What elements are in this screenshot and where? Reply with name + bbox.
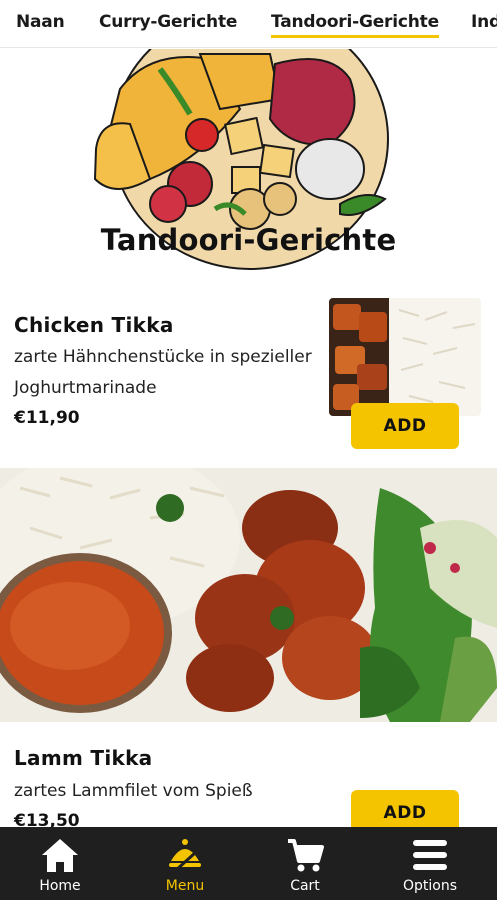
item-thumbnail: [329, 298, 481, 416]
item-description: zarte Hähnchenstücke in spezieller Joghu…: [14, 347, 312, 398]
nav-options[interactable]: Options: [380, 827, 480, 900]
home-icon: [42, 839, 78, 872]
add-to-cart-button[interactable]: ADD: [351, 790, 459, 827]
item-photo-lamm-tikka: [0, 468, 497, 722]
bottom-navigation: Home Menu Cart Options: [0, 827, 497, 900]
category-banner: Tandoori-Gerichte: [0, 49, 497, 279]
tab-curry-gerichte[interactable]: Curry-Gerichte: [99, 12, 237, 32]
nav-menu[interactable]: Menu: [135, 827, 235, 900]
item-description: zartes Lammfilet vom Spieß: [14, 781, 253, 801]
nav-cart[interactable]: Cart: [255, 827, 355, 900]
nav-home[interactable]: Home: [10, 827, 110, 900]
banner-title: Tandoori-Gerichte: [100, 223, 397, 257]
cart-icon: [288, 839, 324, 872]
menu-content[interactable]: Tandoori-Gerichte Chicken Tikka zarte Hä…: [0, 49, 497, 827]
hamburger-icon: [413, 840, 447, 870]
add-to-cart-button[interactable]: ADD: [351, 403, 459, 449]
menu-food-icon: [169, 839, 201, 873]
item-name: Lamm Tikka: [14, 746, 153, 770]
nav-label: Home: [39, 878, 81, 894]
item-price: €13,50: [14, 811, 80, 827]
tab-tandoori-gerichte[interactable]: Tandoori-Gerichte: [271, 12, 439, 38]
nav-label: Menu: [165, 878, 205, 894]
tab-indian[interactable]: Ind: [471, 12, 497, 32]
tab-naan[interactable]: Naan: [16, 12, 65, 32]
item-name: Chicken Tikka: [14, 313, 174, 337]
category-tab-bar: Naan Curry-Gerichte Tandoori-Gerichte In…: [0, 0, 497, 48]
nav-label: Cart: [290, 878, 320, 894]
nav-label: Options: [402, 878, 458, 894]
item-price: €11,90: [14, 408, 80, 428]
